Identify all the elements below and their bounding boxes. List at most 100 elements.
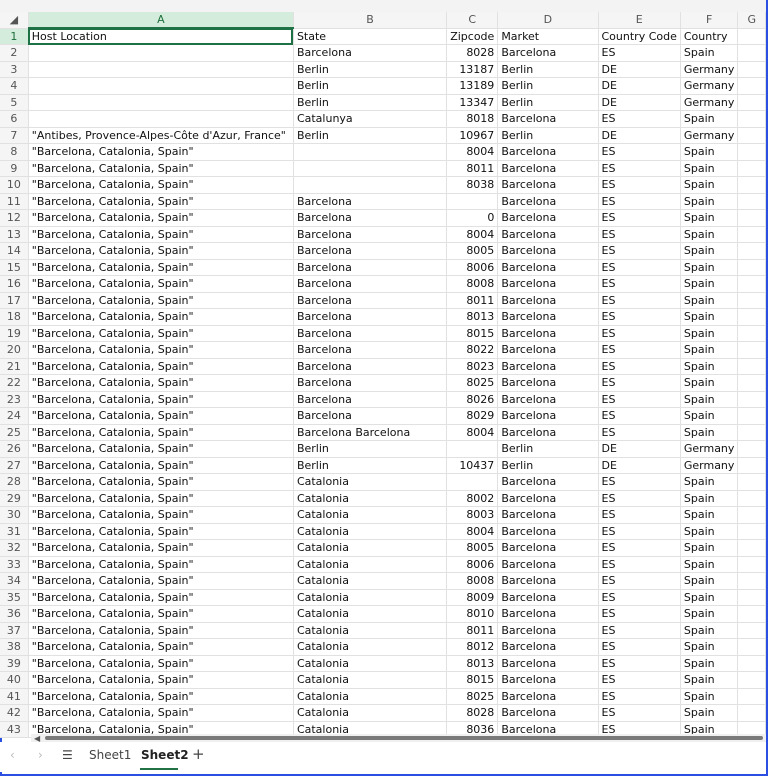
row-header[interactable]: 1 [0,28,29,45]
cell-G10[interactable] [737,176,766,194]
cell-E20[interactable]: ES [598,341,681,359]
cell-F9[interactable]: Spain [680,160,739,177]
cell-B35[interactable]: Catalonia [293,589,448,606]
cell-E27[interactable]: DE [598,457,681,474]
row-header[interactable]: 21 [0,358,29,375]
cell-G14[interactable] [737,242,766,260]
cell-C16[interactable]: 8008 [446,275,499,293]
cell-F23[interactable]: Spain [680,391,739,408]
cell-B6[interactable]: Catalunya [293,110,448,128]
cell-C17[interactable]: 8011 [446,292,499,309]
cell-A38[interactable]: "Barcelona, Catalonia, Spain" [28,638,294,656]
row-header[interactable]: 6 [0,110,29,128]
column-header-C[interactable]: C [446,12,499,29]
cell-B18[interactable]: Barcelona [293,308,448,326]
cell-D21[interactable]: Barcelona [497,358,599,375]
column-header-B[interactable]: B [293,12,448,29]
cell-B15[interactable]: Barcelona [293,259,448,276]
cell-D26[interactable]: Berlin [497,440,599,458]
cell-F26[interactable]: Germany [680,440,739,458]
cell-C28[interactable] [446,473,499,491]
cell-D11[interactable]: Barcelona [497,193,599,210]
cell-E12[interactable]: ES [598,209,681,227]
cell-C38[interactable]: 8012 [446,638,499,656]
cell-B26[interactable]: Berlin [293,440,448,458]
column-header-F[interactable]: F [680,12,739,29]
cell-B9[interactable] [293,160,448,177]
cell-E23[interactable]: ES [598,391,681,408]
cell-E19[interactable]: ES [598,325,681,342]
cell-C4[interactable]: 13189 [446,77,499,95]
cell-C30[interactable]: 8003 [446,506,499,524]
cell-B40[interactable]: Catalonia [293,671,448,689]
cell-A7[interactable]: "Antibes, Provence-Alpes-Côte d'Azur, Fr… [28,127,294,144]
cell-B41[interactable]: Catalonia [293,688,448,705]
cell-D8[interactable]: Barcelona [497,143,599,161]
cell-D39[interactable]: Barcelona [497,655,599,672]
row-header[interactable]: 33 [0,556,29,573]
cell-A3[interactable] [28,61,294,78]
cell-E1[interactable]: Country Code [598,28,681,45]
cell-G39[interactable] [737,655,766,672]
cell-A12[interactable]: "Barcelona, Catalonia, Spain" [28,209,294,227]
cell-A24[interactable]: "Barcelona, Catalonia, Spain" [28,407,294,425]
row-header[interactable]: 27 [0,457,29,474]
cell-G40[interactable] [737,671,766,689]
cell-A1[interactable]: Host Location [28,28,294,45]
row-header[interactable]: 24 [0,407,29,425]
row-header[interactable]: 5 [0,94,29,111]
cell-B2[interactable]: Barcelona [293,44,448,62]
cell-B17[interactable]: Barcelona [293,292,448,309]
row-header[interactable]: 19 [0,325,29,342]
cell-C25[interactable]: 8004 [446,424,499,441]
cell-E42[interactable]: ES [598,704,681,722]
cell-B34[interactable]: Catalonia [293,572,448,590]
cell-B38[interactable]: Catalonia [293,638,448,656]
cell-A41[interactable]: "Barcelona, Catalonia, Spain" [28,688,294,705]
cell-C33[interactable]: 8006 [446,556,499,573]
cell-A4[interactable] [28,77,294,95]
cell-E13[interactable]: ES [598,226,681,243]
cell-B11[interactable]: Barcelona [293,193,448,210]
cell-B31[interactable]: Catalonia [293,523,448,540]
cell-D10[interactable]: Barcelona [497,176,599,194]
cell-C15[interactable]: 8006 [446,259,499,276]
cell-B7[interactable]: Berlin [293,127,448,144]
row-header[interactable]: 35 [0,589,29,606]
row-header[interactable]: 34 [0,572,29,590]
cell-F4[interactable]: Germany [680,77,739,95]
cell-D25[interactable]: Barcelona [497,424,599,441]
cell-B20[interactable]: Barcelona [293,341,448,359]
cell-F25[interactable]: Spain [680,424,739,441]
row-header[interactable]: 15 [0,259,29,276]
cell-F40[interactable]: Spain [680,671,739,689]
cell-G9[interactable] [737,160,766,177]
cell-A11[interactable]: "Barcelona, Catalonia, Spain" [28,193,294,210]
cell-C22[interactable]: 8025 [446,374,499,392]
cell-D42[interactable]: Barcelona [497,704,599,722]
cell-C32[interactable]: 8005 [446,539,499,557]
cell-A26[interactable]: "Barcelona, Catalonia, Spain" [28,440,294,458]
cell-A35[interactable]: "Barcelona, Catalonia, Spain" [28,589,294,606]
row-header[interactable]: 31 [0,523,29,540]
cell-C9[interactable]: 8011 [446,160,499,177]
cell-E17[interactable]: ES [598,292,681,309]
cell-C13[interactable]: 8004 [446,226,499,243]
cell-G38[interactable] [737,638,766,656]
cell-D7[interactable]: Berlin [497,127,599,144]
cell-G27[interactable] [737,457,766,474]
cell-E18[interactable]: ES [598,308,681,326]
row-header[interactable]: 41 [0,688,29,705]
cell-C40[interactable]: 8015 [446,671,499,689]
row-header[interactable]: 7 [0,127,29,144]
cell-A13[interactable]: "Barcelona, Catalonia, Spain" [28,226,294,243]
cell-C21[interactable]: 8023 [446,358,499,375]
column-header-D[interactable]: D [497,12,599,29]
cell-D29[interactable]: Barcelona [497,490,599,507]
cell-A40[interactable]: "Barcelona, Catalonia, Spain" [28,671,294,689]
column-header-A[interactable]: A [28,12,294,29]
cell-D20[interactable]: Barcelona [497,341,599,359]
row-header[interactable]: 17 [0,292,29,309]
cell-G6[interactable] [737,110,766,128]
cell-G24[interactable] [737,407,766,425]
